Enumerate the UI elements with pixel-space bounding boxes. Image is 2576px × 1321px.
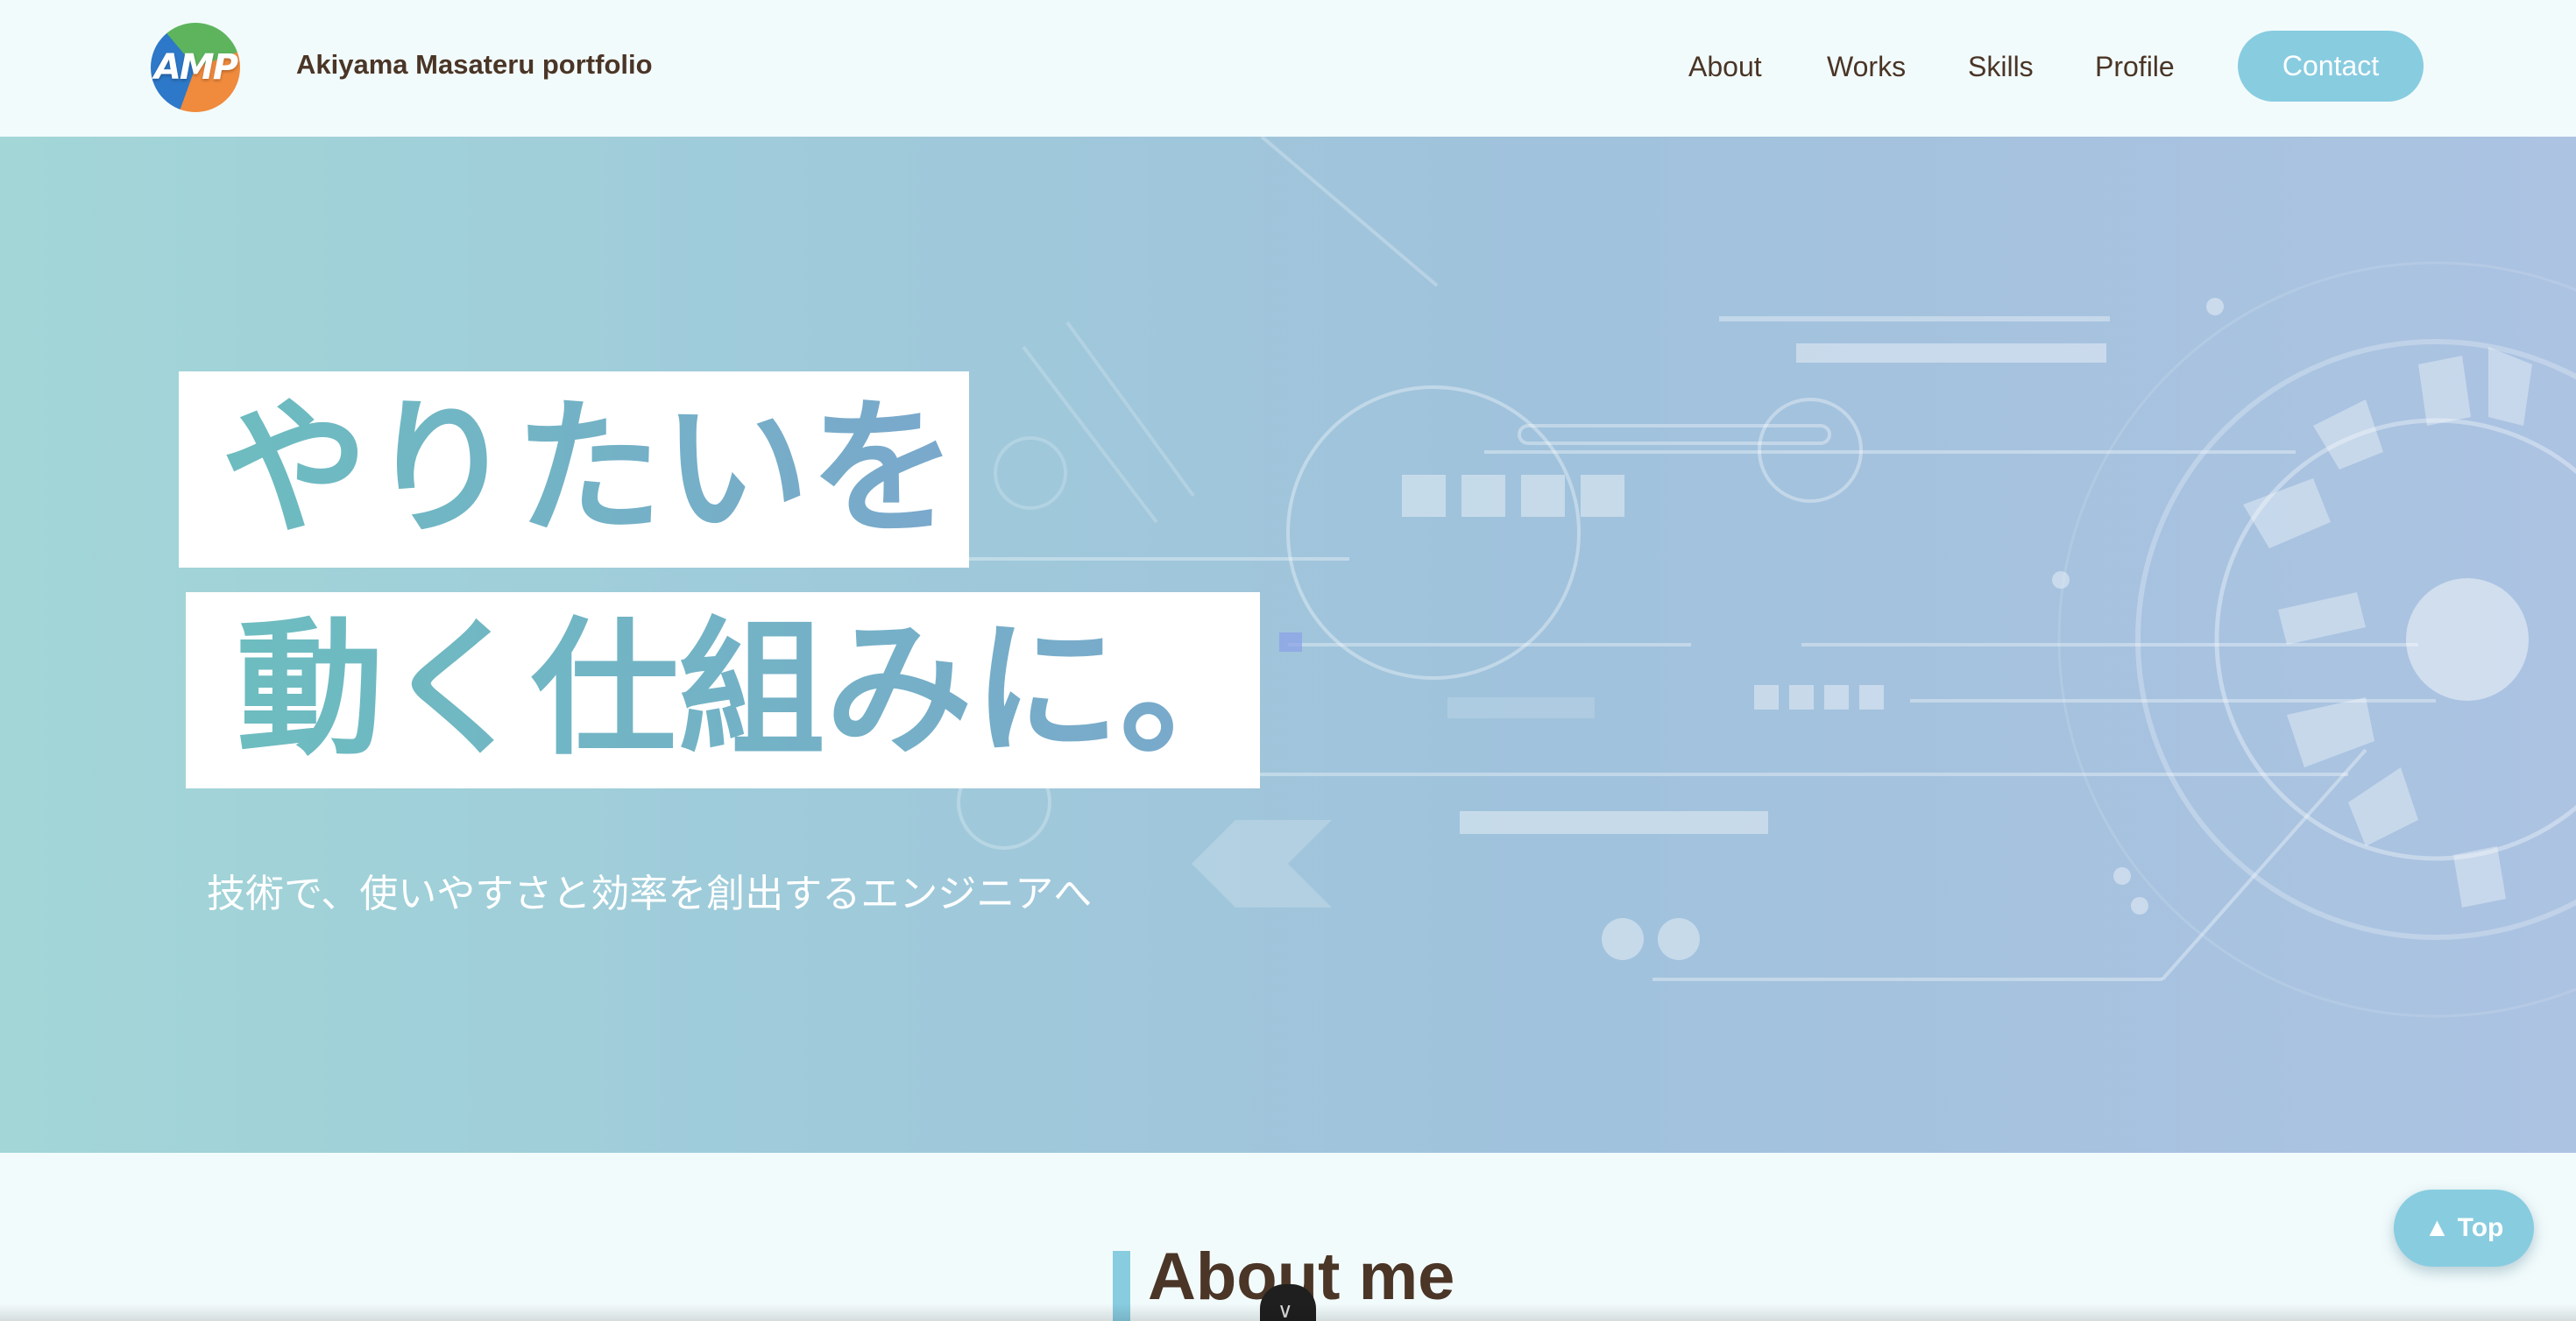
hero-subline: 技術で、使いやすさと効率を創出するエンジニアへ <box>207 872 1093 916</box>
headline-line1: やりたいを <box>221 383 957 555</box>
site-header: AMP Akiyama Masateru portfolio About Wor… <box>0 0 2576 137</box>
site-logo[interactable]: AMP <box>151 23 240 112</box>
nav-profile[interactable]: Profile <box>2095 51 2175 83</box>
contact-button[interactable]: Contact <box>2238 31 2424 102</box>
headline-line2: 動く仕組みに。 <box>237 604 1267 775</box>
hero-section: やりたいを 動く仕組みに。 技術で、使いやすさと効率を創出するエンジニアへ <box>0 137 2576 1153</box>
logo-text: AMP <box>153 47 238 88</box>
site-title[interactable]: Akiyama Masateru portfolio <box>296 49 653 81</box>
bottom-shadow <box>0 1303 2576 1321</box>
nav-works[interactable]: Works <box>1827 51 1906 83</box>
back-to-top-button[interactable]: ▲ Top <box>2394 1190 2534 1267</box>
nav-skills[interactable]: Skills <box>1968 51 2034 83</box>
nav-about[interactable]: About <box>1688 51 1762 83</box>
